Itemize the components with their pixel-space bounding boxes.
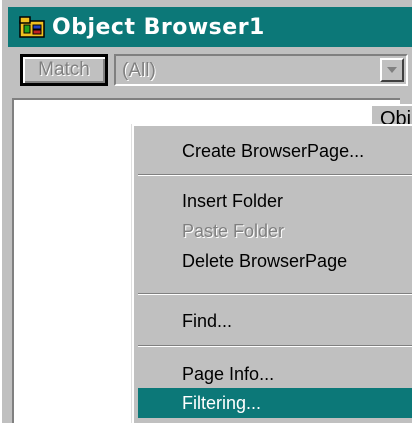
menu-separator <box>138 345 412 347</box>
dropdown-button[interactable] <box>380 58 404 82</box>
title-bar[interactable]: Object Browser1 <box>8 7 412 47</box>
menu-item-find[interactable]: Find... <box>138 306 412 336</box>
menu-item-delete-browserpage[interactable]: Delete BrowserPage <box>138 246 412 276</box>
object-browser-icon <box>18 13 46 41</box>
context-menu: Create BrowserPage... Insert Folder Past… <box>132 124 412 423</box>
menu-item-insert-folder[interactable]: Insert Folder <box>138 186 412 216</box>
window-title: Object Browser1 <box>52 14 265 40</box>
filter-select[interactable]: (All) <box>114 54 408 86</box>
toolbar: Match (All) <box>8 48 412 94</box>
chevron-down-icon <box>387 67 397 73</box>
menu-separator <box>138 174 412 176</box>
match-button[interactable]: Match <box>20 54 108 86</box>
menu-item-page-info[interactable]: Page Info... <box>138 359 412 389</box>
menu-item-filtering[interactable]: Filtering... <box>138 388 412 418</box>
menu-item-paste-folder[interactable]: Paste Folder <box>138 216 412 246</box>
menu-item-create-browserpage[interactable]: Create BrowserPage... <box>138 136 412 166</box>
object-browser-window: Object Browser1 Match (All) Obj Create B… <box>0 0 412 423</box>
menu-separator <box>138 293 412 295</box>
filter-value: (All) <box>122 60 156 81</box>
